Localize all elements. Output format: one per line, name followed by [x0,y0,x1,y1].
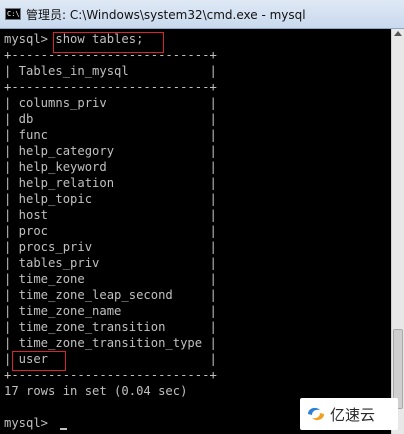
window-title: 管理员: C:\Windows\system32\cmd.exe - mysql [26,8,306,22]
highlight-box-user [12,351,66,371]
watermark-text: 亿速云 [330,406,376,424]
table-row: | func | [4,128,217,142]
table-row: | time_zone_name | [4,304,217,318]
text-cursor [60,428,67,430]
table-row: | time_zone_transition_type | [4,336,217,350]
console-line-border: +---------------------------+ [4,80,217,94]
console-line-prompt: mysql> [4,416,56,430]
table-row: | columns_priv | [4,96,217,110]
table-row: | time_zone_transition | [4,320,217,334]
table-row: | host | [4,208,217,222]
table-row: | help_relation | [4,176,217,190]
table-row: | proc | [4,224,217,238]
console-output[interactable]: mysql> show tables; +-------------------… [0,29,391,434]
title-bar[interactable]: C:\ 管理员: C:\Windows\system32\cmd.exe - m… [0,0,404,29]
console-line-header: | Tables_in_mysql | [4,64,217,78]
vertical-scrollbar[interactable] [391,29,404,434]
table-row: | help_category | [4,144,217,158]
console-line-summary: 17 rows in set (0.04 sec) [4,384,188,398]
table-row: | time_zone | [4,272,217,286]
table-row: | time_zone_leap_second | [4,288,217,302]
table-row: | tables_priv | [4,256,217,270]
highlight-box-command [53,32,164,53]
table-row: | help_topic | [4,192,217,206]
table-row: | help_keyword | [4,160,217,174]
table-row: | db | [4,112,217,126]
yisu-logo-icon [308,407,324,421]
table-row: | procs_priv | [4,240,217,254]
cmd-icon[interactable]: C:\ [5,8,21,20]
scroll-up-arrow-icon[interactable] [394,31,402,36]
scroll-thumb[interactable] [393,329,403,409]
watermark: 亿速云 [300,398,398,430]
